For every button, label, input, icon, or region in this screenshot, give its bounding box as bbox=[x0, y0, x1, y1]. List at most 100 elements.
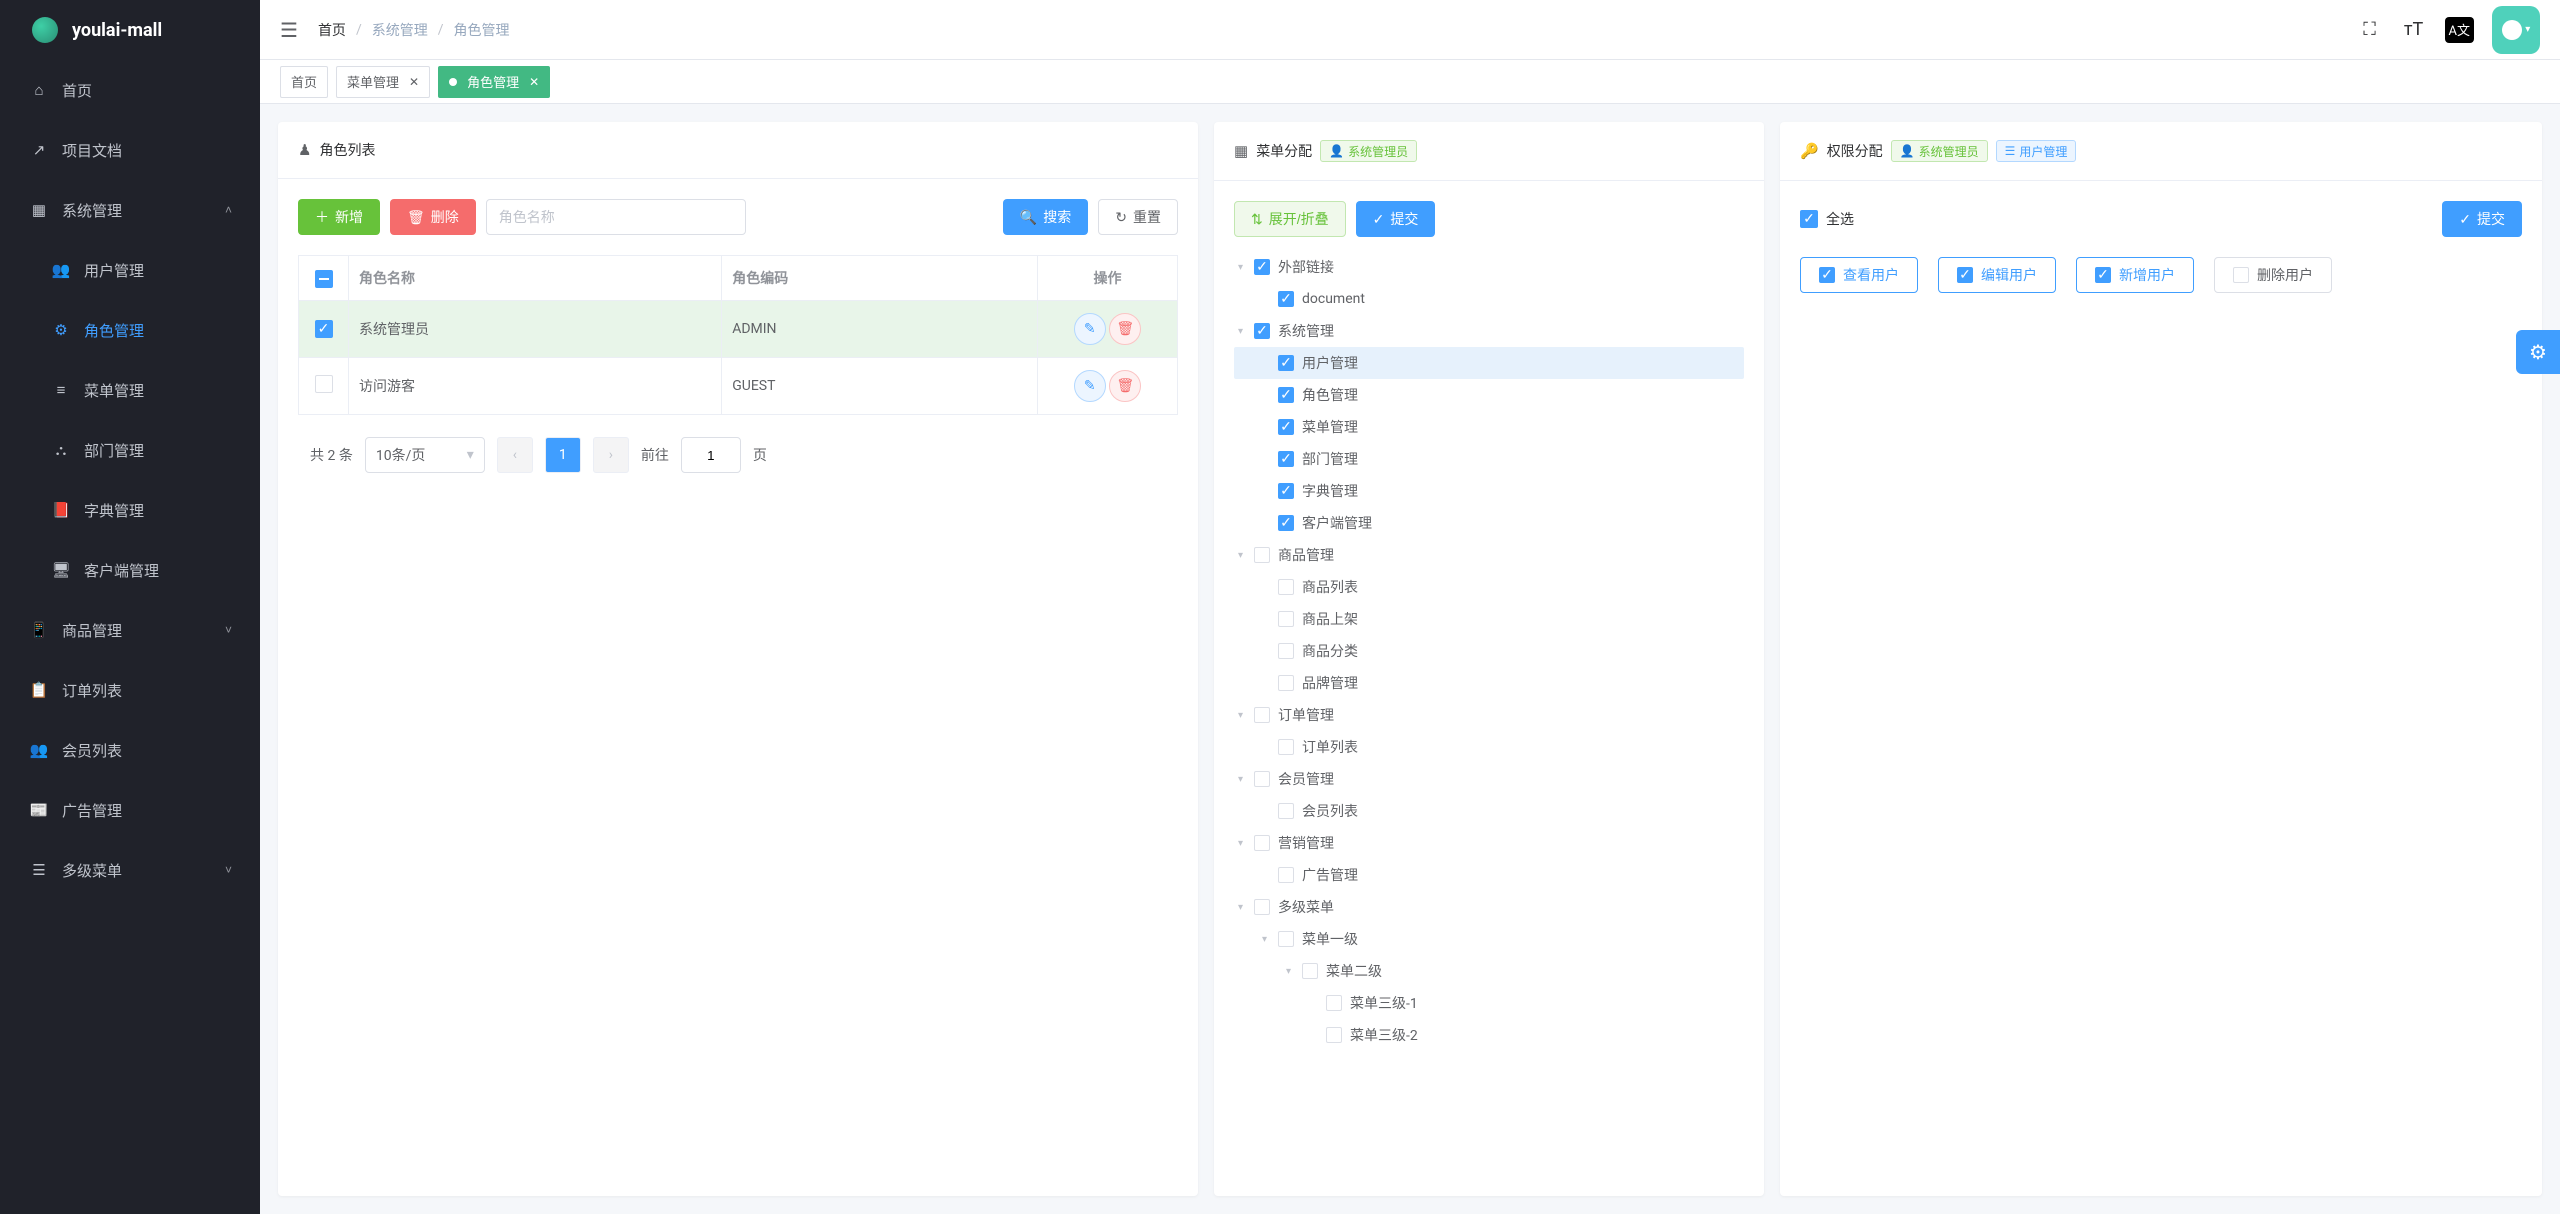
tree-node[interactable]: ✓ 客户端管理 bbox=[1234, 507, 1744, 539]
settings-fab[interactable]: ⚙ bbox=[2516, 330, 2560, 374]
permission-toggle[interactable]: ✓查看用户 bbox=[1800, 257, 1918, 293]
sidebar-item[interactable]: 👥用户管理 bbox=[0, 240, 260, 300]
sidebar-item[interactable]: ☰多级菜单˅ bbox=[0, 840, 260, 900]
tree-checkbox[interactable] bbox=[1326, 995, 1342, 1011]
sidebar-item[interactable]: ↗项目文档 bbox=[0, 120, 260, 180]
tab[interactable]: 菜单管理✕ bbox=[336, 66, 430, 98]
collapse-sidebar-button[interactable]: ☰ bbox=[280, 18, 298, 42]
sidebar-item[interactable]: ⛬部门管理 bbox=[0, 420, 260, 480]
tree-checkbox[interactable] bbox=[1254, 771, 1270, 787]
tree-checkbox[interactable]: ✓ bbox=[1278, 483, 1294, 499]
tree-checkbox[interactable]: ✓ bbox=[1278, 419, 1294, 435]
tree-node[interactable]: ✓ 菜单管理 bbox=[1234, 411, 1744, 443]
select-all-perms[interactable]: ✓全选 bbox=[1800, 209, 1854, 229]
next-page-button[interactable]: › bbox=[593, 437, 629, 473]
menu-submit-button[interactable]: ✓提交 bbox=[1356, 201, 1436, 237]
search-button[interactable]: 🔍搜索 bbox=[1003, 199, 1088, 235]
sidebar-item[interactable]: 📰广告管理 bbox=[0, 780, 260, 840]
close-icon[interactable]: ✕ bbox=[409, 75, 419, 89]
sidebar-item[interactable]: 📕字典管理 bbox=[0, 480, 260, 540]
tree-node[interactable]: ▾ ✓ 系统管理 bbox=[1234, 315, 1744, 347]
tree-node[interactable]: ▾ 菜单一级 bbox=[1234, 923, 1744, 955]
tree-node[interactable]: ▾ 多级菜单 bbox=[1234, 891, 1744, 923]
caret-icon[interactable]: ▾ bbox=[1238, 326, 1254, 337]
tree-node[interactable]: 商品分类 bbox=[1234, 635, 1744, 667]
sidebar-item[interactable]: 📋订单列表 bbox=[0, 660, 260, 720]
tree-node[interactable]: ✓ 字典管理 bbox=[1234, 475, 1744, 507]
tree-checkbox[interactable] bbox=[1254, 835, 1270, 851]
goto-page-input[interactable] bbox=[681, 437, 741, 473]
tree-checkbox[interactable]: ✓ bbox=[1278, 387, 1294, 403]
select-all-checkbox[interactable] bbox=[315, 270, 333, 288]
sidebar-item[interactable]: ⌂首页 bbox=[0, 60, 260, 120]
tree-node[interactable]: ✓ 用户管理 bbox=[1234, 347, 1744, 379]
tree-checkbox[interactable] bbox=[1278, 611, 1294, 627]
tree-checkbox[interactable] bbox=[1302, 963, 1318, 979]
caret-icon[interactable]: ▾ bbox=[1262, 934, 1278, 945]
delete-row-button[interactable]: 🗑 bbox=[1109, 370, 1141, 402]
tree-node[interactable]: ✓ document bbox=[1234, 283, 1744, 315]
permission-toggle[interactable]: 删除用户 bbox=[2214, 257, 2332, 293]
tree-checkbox[interactable] bbox=[1254, 899, 1270, 915]
avatar[interactable]: ▾ bbox=[2492, 6, 2540, 54]
tree-checkbox[interactable]: ✓ bbox=[1278, 355, 1294, 371]
tree-node[interactable]: 广告管理 bbox=[1234, 859, 1744, 891]
tree-node[interactable]: ✓ 角色管理 bbox=[1234, 379, 1744, 411]
delete-button[interactable]: 🗑删除 bbox=[390, 199, 476, 235]
tree-node[interactable]: ▾ ✓ 外部链接 bbox=[1234, 251, 1744, 283]
caret-icon[interactable]: ▾ bbox=[1238, 774, 1254, 785]
tree-node[interactable]: 会员列表 bbox=[1234, 795, 1744, 827]
tree-node[interactable]: ▾ 会员管理 bbox=[1234, 763, 1744, 795]
tab[interactable]: 角色管理✕ bbox=[438, 66, 550, 98]
tree-node[interactable]: 商品上架 bbox=[1234, 603, 1744, 635]
table-row[interactable]: 访问游客 GUEST ✎ 🗑 bbox=[299, 358, 1178, 415]
tree-node[interactable]: ▾ 商品管理 bbox=[1234, 539, 1744, 571]
tree-node[interactable]: ▾ 菜单二级 bbox=[1234, 955, 1744, 987]
delete-row-button[interactable]: 🗑 bbox=[1109, 313, 1141, 345]
font-size-icon[interactable]: тT bbox=[2401, 17, 2427, 43]
sidebar-item[interactable]: ⚙角色管理 bbox=[0, 300, 260, 360]
tree-checkbox[interactable] bbox=[1278, 803, 1294, 819]
caret-icon[interactable]: ▾ bbox=[1238, 262, 1254, 273]
tree-checkbox[interactable]: ✓ bbox=[1278, 291, 1294, 307]
page-1-button[interactable]: 1 bbox=[545, 437, 581, 473]
tree-checkbox[interactable] bbox=[1278, 675, 1294, 691]
tree-node[interactable]: 菜单三级-1 bbox=[1234, 987, 1744, 1019]
sidebar-item[interactable]: ≡菜单管理 bbox=[0, 360, 260, 420]
tree-node[interactable]: 菜单三级-2 bbox=[1234, 1019, 1744, 1051]
tree-node[interactable]: ✓ 部门管理 bbox=[1234, 443, 1744, 475]
role-name-input[interactable] bbox=[486, 199, 746, 235]
tree-checkbox[interactable] bbox=[1326, 1027, 1342, 1043]
caret-icon[interactable]: ▾ bbox=[1238, 710, 1254, 721]
sidebar-item[interactable]: 🖥客户端管理 bbox=[0, 540, 260, 600]
caret-icon[interactable]: ▾ bbox=[1238, 838, 1254, 849]
permission-toggle[interactable]: ✓新增用户 bbox=[2076, 257, 2194, 293]
prev-page-button[interactable]: ‹ bbox=[497, 437, 533, 473]
expand-collapse-button[interactable]: ⇅展开/折叠 bbox=[1234, 201, 1346, 237]
fullscreen-icon[interactable]: ⛶ bbox=[2357, 17, 2383, 43]
permission-toggle[interactable]: ✓编辑用户 bbox=[1938, 257, 2056, 293]
tree-node[interactable]: ▾ 营销管理 bbox=[1234, 827, 1744, 859]
sidebar-item[interactable]: 📱商品管理˅ bbox=[0, 600, 260, 660]
sidebar-item[interactable]: 👥会员列表 bbox=[0, 720, 260, 780]
tree-checkbox[interactable] bbox=[1254, 547, 1270, 563]
tree-node[interactable]: 品牌管理 bbox=[1234, 667, 1744, 699]
tree-checkbox[interactable] bbox=[1278, 931, 1294, 947]
tree-checkbox[interactable] bbox=[1278, 739, 1294, 755]
add-button[interactable]: ＋新增 bbox=[298, 199, 380, 235]
tree-checkbox[interactable]: ✓ bbox=[1278, 515, 1294, 531]
edit-button[interactable]: ✎ bbox=[1074, 370, 1106, 402]
row-checkbox[interactable] bbox=[315, 375, 333, 393]
tree-checkbox[interactable]: ✓ bbox=[1278, 451, 1294, 467]
tree-checkbox[interactable]: ✓ bbox=[1254, 323, 1270, 339]
edit-button[interactable]: ✎ bbox=[1074, 313, 1106, 345]
page-size-select[interactable]: 10条/页▾ bbox=[365, 437, 485, 473]
perm-submit-button[interactable]: ✓提交 bbox=[2442, 201, 2522, 237]
tab[interactable]: 首页 bbox=[280, 66, 328, 98]
reset-button[interactable]: ↻重置 bbox=[1098, 199, 1178, 235]
sidebar-item[interactable]: ▦系统管理˄ bbox=[0, 180, 260, 240]
tree-checkbox[interactable] bbox=[1278, 867, 1294, 883]
tree-checkbox[interactable]: ✓ bbox=[1254, 259, 1270, 275]
close-icon[interactable]: ✕ bbox=[529, 75, 539, 89]
tree-node[interactable]: 订单列表 bbox=[1234, 731, 1744, 763]
